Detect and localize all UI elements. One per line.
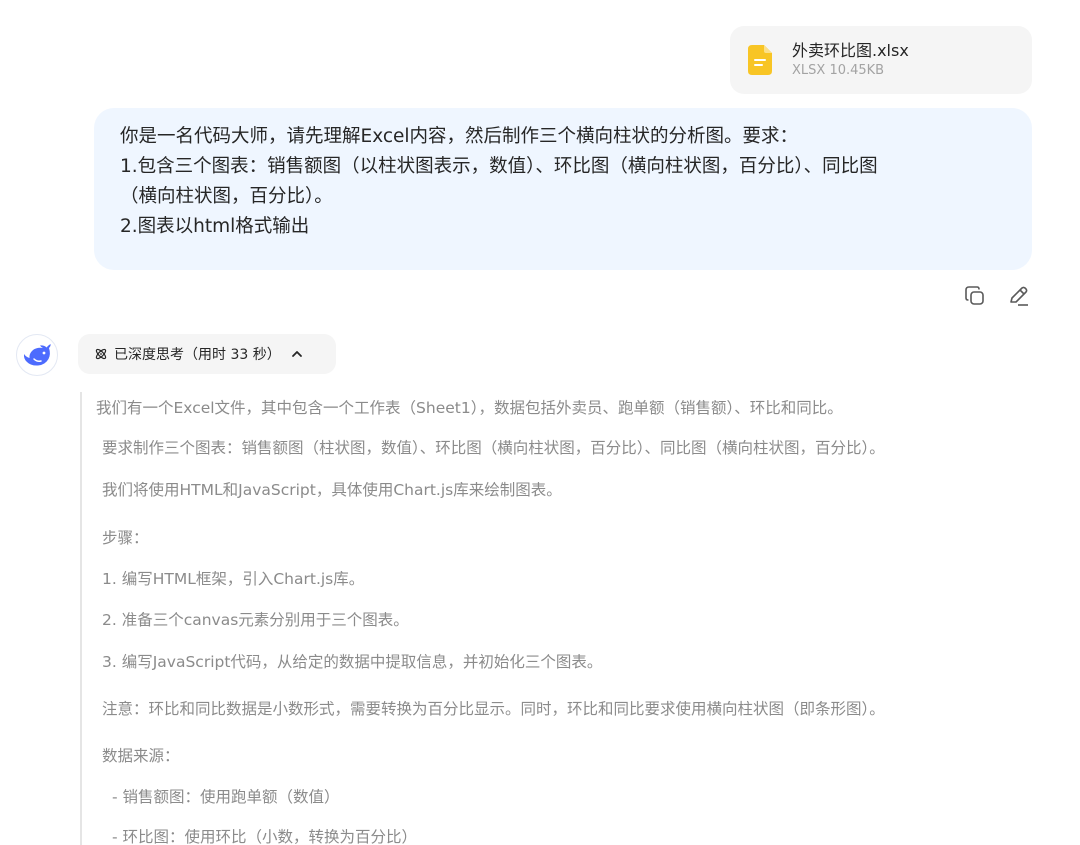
attachment-file-size: XLSX 10.45KB bbox=[792, 63, 885, 78]
chevron-up-icon bbox=[291, 351, 302, 357]
attachment-file-name: 外卖环比图.xlsx bbox=[792, 41, 909, 60]
copy-button[interactable] bbox=[962, 283, 988, 309]
reasoning-panel: 我们有一个Excel文件，其中包含一个工作表（Sheet1），数据包括外卖员、跑… bbox=[80, 392, 1070, 845]
deep-thinking-label: 已深度思考（用时 33 秒） bbox=[114, 347, 281, 363]
file-document-icon bbox=[748, 45, 772, 75]
reasoning-line: 我们有一个Excel文件，其中包含一个工作表（Sheet1），数据包括外卖员、跑… bbox=[96, 399, 843, 417]
reasoning-line: 1. 编写HTML框架，引入Chart.js库。 bbox=[102, 570, 365, 588]
user-message-line: 1.包含三个图表：销售额图（以柱状图表示，数值）、环比图（横向柱状图，百分比）、… bbox=[120, 156, 878, 177]
reasoning-line: 注意：环比和同比数据是小数形式，需要转换为百分比显示。同时，环比和同比要求使用横… bbox=[102, 700, 885, 718]
user-message-line: （横向柱状图，百分比）。 bbox=[120, 186, 333, 207]
reasoning-line: 我们将使用HTML和JavaScript，具体使用Chart.js库来绘制图表。 bbox=[102, 481, 562, 499]
reasoning-line: - 环比图：使用环比（小数，转换为百分比） bbox=[112, 828, 418, 845]
user-message-line: 你是一名代码大师，请先理解Excel内容，然后制作三个横向柱状的分析图。要求： bbox=[120, 126, 799, 147]
copy-icon bbox=[965, 286, 984, 305]
user-message-bubble: 你是一名代码大师，请先理解Excel内容，然后制作三个横向柱状的分析图。要求： … bbox=[94, 108, 1032, 270]
reasoning-line: - 销售额图：使用跑单额（数值） bbox=[112, 788, 340, 806]
reasoning-line: 要求制作三个图表：销售额图（柱状图，数值）、环比图（横向柱状图，百分比）、同比图… bbox=[102, 439, 885, 457]
reasoning-line: 数据来源： bbox=[102, 747, 180, 765]
reasoning-line: 2. 准备三个canvas元素分别用于三个图表。 bbox=[102, 611, 409, 629]
assistant-avatar bbox=[16, 334, 58, 376]
atom-icon bbox=[95, 348, 107, 360]
attachment-meta: 外卖环比图.xlsx XLSX 10.45KB bbox=[792, 40, 909, 80]
whale-logo-icon bbox=[23, 344, 51, 366]
message-actions bbox=[962, 283, 1032, 309]
reasoning-line: 步骤： bbox=[102, 529, 149, 547]
chat-page: 外卖环比图.xlsx XLSX 10.45KB 你是一名代码大师，请先理解Exc… bbox=[0, 0, 1080, 845]
edit-pencil-icon bbox=[1010, 286, 1028, 306]
user-message-line: 2.图表以html格式输出 bbox=[120, 216, 310, 237]
attachment-card[interactable]: 外卖环比图.xlsx XLSX 10.45KB bbox=[730, 26, 1032, 94]
reasoning-line: 3. 编写JavaScript代码，从给定的数据中提取信息，并初始化三个图表。 bbox=[102, 653, 603, 671]
edit-button[interactable] bbox=[1006, 283, 1032, 309]
deep-thinking-toggle[interactable]: 已深度思考（用时 33 秒） bbox=[78, 334, 336, 374]
